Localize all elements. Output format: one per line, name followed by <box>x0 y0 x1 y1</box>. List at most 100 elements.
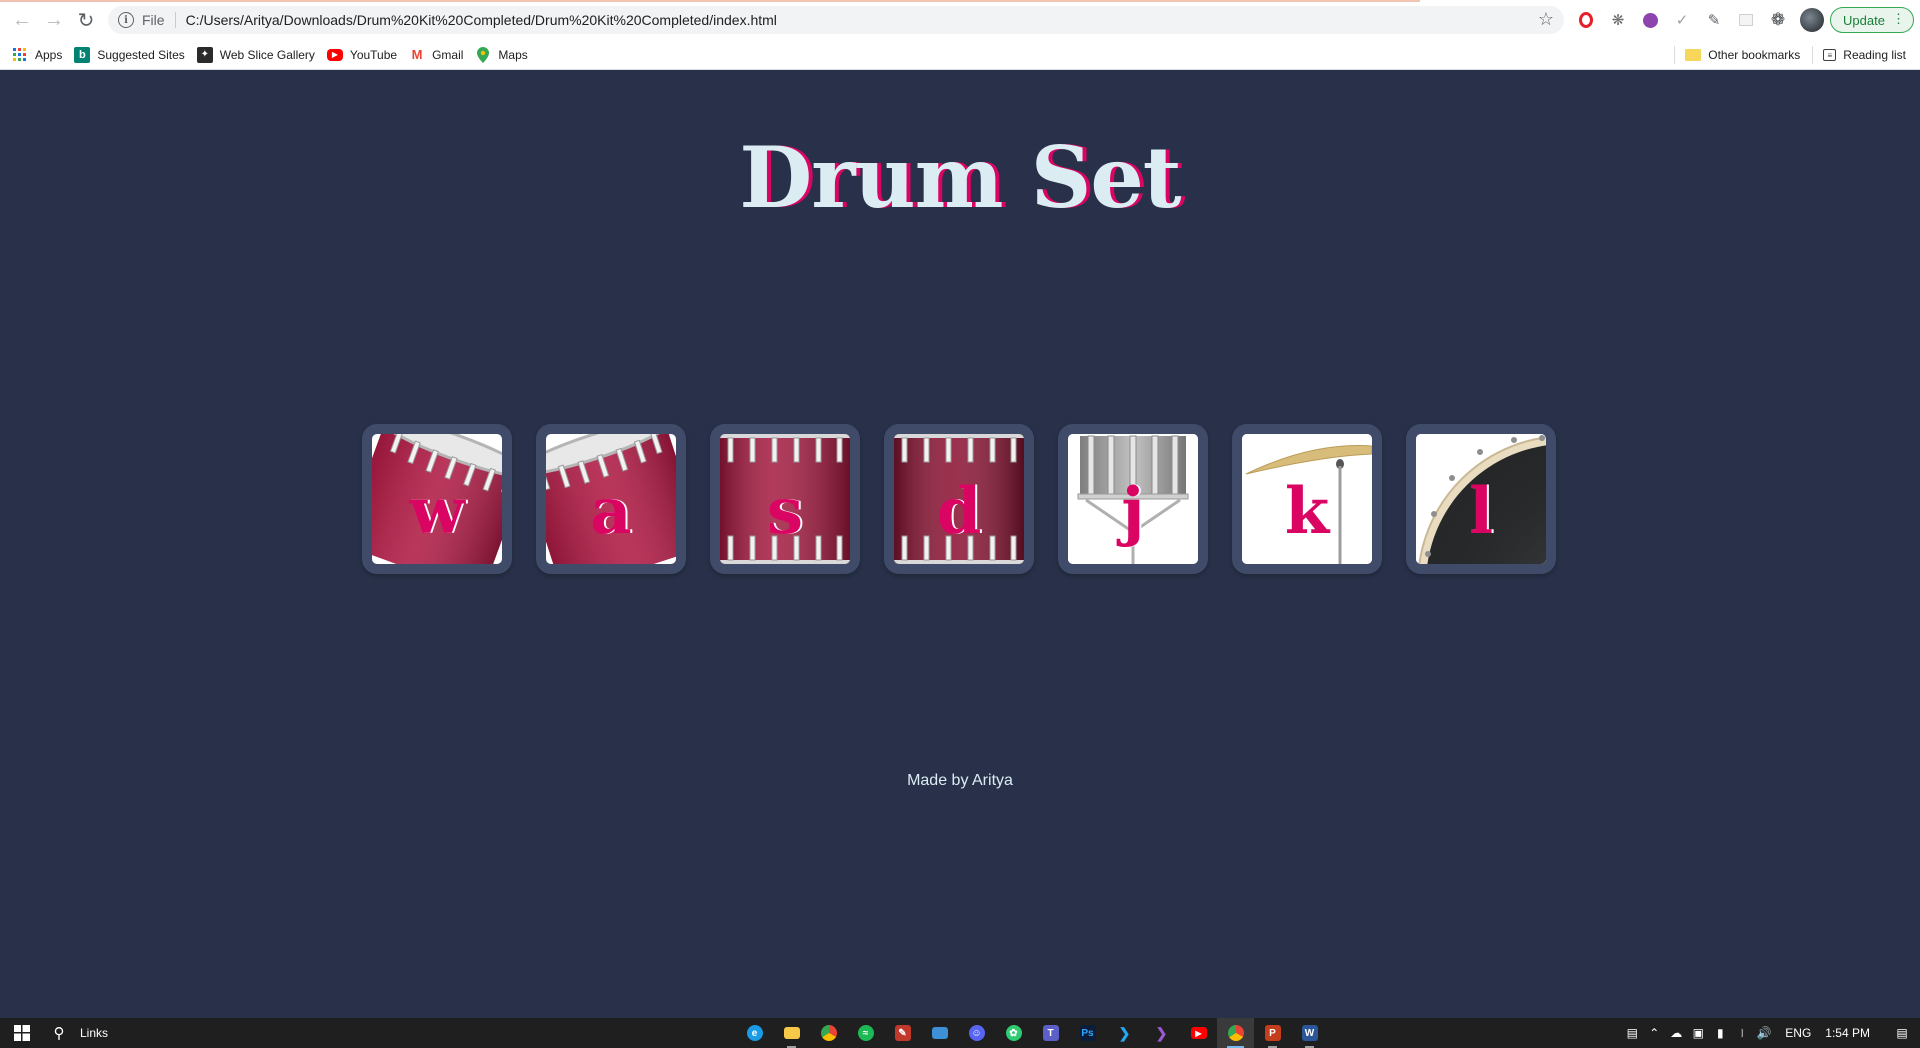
gmail-icon: M <box>411 47 423 62</box>
maps-pin-icon <box>475 46 491 63</box>
blank-extension-icon[interactable] <box>1734 8 1758 32</box>
drum-button-d[interactable]: d <box>884 424 1034 574</box>
site-info-icon[interactable]: i <box>118 12 134 28</box>
drum-button-k[interactable]: k <box>1232 424 1382 574</box>
bookmark-web-slice-gallery[interactable]: ✦ Web Slice Gallery <box>196 46 315 63</box>
clock[interactable]: 1:54 PM <box>1825 1026 1870 1040</box>
scheme-divider <box>174 12 176 28</box>
language-indicator[interactable]: ENG <box>1785 1026 1811 1040</box>
apps-grid-icon <box>12 47 28 63</box>
chrome-icon[interactable] <box>810 1018 847 1048</box>
discord-icon[interactable]: ☺ <box>958 1018 995 1048</box>
bug-extension-icon[interactable]: ❋ <box>1606 8 1630 32</box>
drum-key-label: k <box>1284 474 1330 549</box>
reading-list[interactable]: ≡ Reading list <box>1823 48 1906 62</box>
bing-icon: b <box>74 46 91 63</box>
web-slice-icon: ✦ <box>196 46 213 63</box>
bookmarks-divider <box>1812 46 1814 64</box>
reading-list-label: Reading list <box>1843 48 1906 62</box>
bookmark-label: Apps <box>35 47 63 62</box>
photoshop-icon[interactable]: Ps <box>1069 1018 1106 1048</box>
battery-icon[interactable]: ▮ <box>1709 1018 1731 1048</box>
wifi-icon[interactable]: ⧘ <box>1731 1018 1753 1048</box>
other-bookmarks-label: Other bookmarks <box>1708 48 1801 62</box>
tray-chevron-icon[interactable]: ⌃ <box>1643 1018 1665 1048</box>
bookmark-youtube[interactable]: ▶ YouTube <box>326 47 398 62</box>
update-button[interactable]: Update ⋮ <box>1830 7 1914 33</box>
spotify-icon[interactable]: ≈ <box>847 1018 884 1048</box>
puzzle-extensions-icon[interactable]: ❁ <box>1766 8 1790 32</box>
bookmark-label: Maps <box>498 47 528 62</box>
update-button-label: Update <box>1843 12 1885 28</box>
system-tray: ▤ ⌃ ☁ ▣ ▮ ⧘ 🔊 ENG 1:54 PM ▤ <box>1621 1018 1920 1048</box>
bookmark-label: Web Slice Gallery <box>219 47 315 62</box>
taskbar: ⚲ Links e ≈ ✎ ☺ ✿ T Ps ❯ ❯ ▶ P W ▤ ⌃ ☁ ▣… <box>0 1018 1920 1048</box>
reading-list-icon: ≡ <box>1823 49 1837 61</box>
browser-toolbar: ← → ↻ i File C:/Users/Aritya/Downloads/D… <box>0 0 1920 40</box>
bookmark-star-icon[interactable]: ☆ <box>1538 9 1554 30</box>
drum-button-l[interactable]: l <box>1406 424 1556 574</box>
page-title: Drum Set <box>739 128 1181 227</box>
windows-start-icon[interactable] <box>0 1018 44 1048</box>
drum-key-label: w <box>409 474 465 549</box>
chrome-active-icon[interactable] <box>1217 1018 1254 1048</box>
extensions-row: ❋ ✓ ✎ ❁ <box>1574 8 1824 32</box>
bookmark-suggested-sites[interactable]: b Suggested Sites <box>74 46 185 63</box>
taskbar-apps: e ≈ ✎ ☺ ✿ T Ps ❯ ❯ ▶ P W <box>736 1018 1328 1048</box>
notification-icon[interactable]: ▤ <box>1884 1026 1920 1040</box>
edge-icon[interactable]: e <box>736 1018 773 1048</box>
file-explorer-icon[interactable] <box>773 1018 810 1048</box>
teams-icon[interactable]: T <box>1032 1018 1069 1048</box>
bookmark-label: Suggested Sites <box>97 47 185 62</box>
purple-extension-icon[interactable] <box>1638 8 1662 32</box>
bookmark-gmail[interactable]: M Gmail <box>409 47 464 63</box>
footer-credit: Made by Aritya <box>907 772 1013 789</box>
drum-key-label: d <box>936 474 982 549</box>
news-widget-icon[interactable]: ▤ <box>1621 1018 1643 1048</box>
drum-key-label: j <box>1121 474 1145 549</box>
powerpoint-icon[interactable]: P <box>1254 1018 1291 1048</box>
drum-button-j[interactable]: j <box>1058 424 1208 574</box>
bookmark-apps[interactable]: Apps <box>12 47 62 63</box>
folder-icon <box>1685 49 1702 61</box>
remote-desktop-icon[interactable] <box>921 1018 958 1048</box>
url-text[interactable]: C:/Users/Aritya/Downloads/Drum%20Kit%20C… <box>186 12 777 28</box>
paint-app-icon[interactable]: ✎ <box>884 1018 921 1048</box>
bookmark-label: YouTube <box>349 47 398 62</box>
visual-studio-icon[interactable]: ❯ <box>1143 1018 1180 1048</box>
taskbar-search-label[interactable]: Links <box>80 1026 108 1040</box>
menu-kebab-icon[interactable]: ⋮ <box>1892 11 1905 27</box>
drum-button-a[interactable]: a <box>536 424 686 574</box>
bookmark-maps[interactable]: Maps <box>475 46 528 63</box>
address-bar[interactable]: i File C:/Users/Aritya/Downloads/Drum%20… <box>108 6 1564 34</box>
youtube-app-icon[interactable]: ▶ <box>1180 1018 1217 1048</box>
reload-button[interactable]: ↻ <box>70 4 102 36</box>
drum-set: w a s d j k l <box>362 424 1556 574</box>
pen-extension-icon[interactable]: ✎ <box>1702 8 1726 32</box>
bookmark-label: Gmail <box>432 47 464 62</box>
bookmarks-divider <box>1674 46 1676 64</box>
drum-key-label: s <box>766 474 804 549</box>
profile-avatar[interactable] <box>1800 8 1824 32</box>
forward-button[interactable]: → <box>38 4 70 36</box>
drum-button-s[interactable]: s <box>710 424 860 574</box>
drum-key-label: l <box>1468 474 1494 549</box>
green-app-icon[interactable]: ✿ <box>995 1018 1032 1048</box>
onedrive-icon[interactable]: ☁ <box>1665 1018 1687 1048</box>
search-icon[interactable]: ⚲ <box>44 1018 74 1048</box>
scheme-label: File <box>142 12 165 28</box>
page-load-progress <box>0 0 1420 2</box>
tray-app-icon[interactable]: ▣ <box>1687 1018 1709 1048</box>
check-extension-icon[interactable]: ✓ <box>1670 8 1694 32</box>
back-button[interactable]: ← <box>6 4 38 36</box>
word-icon[interactable]: W <box>1291 1018 1328 1048</box>
bookmarks-right: Other bookmarks ≡ Reading list <box>1674 40 1906 70</box>
drum-key-label: a <box>590 474 632 549</box>
vscode-icon[interactable]: ❯ <box>1106 1018 1143 1048</box>
drum-button-w[interactable]: w <box>362 424 512 574</box>
bookmarks-bar: Apps b Suggested Sites ✦ Web Slice Galle… <box>0 40 1920 70</box>
youtube-icon: ▶ <box>326 48 343 61</box>
volume-icon[interactable]: 🔊 <box>1753 1018 1775 1048</box>
opera-extension-icon[interactable] <box>1574 8 1598 32</box>
other-bookmarks[interactable]: Other bookmarks <box>1685 48 1800 62</box>
